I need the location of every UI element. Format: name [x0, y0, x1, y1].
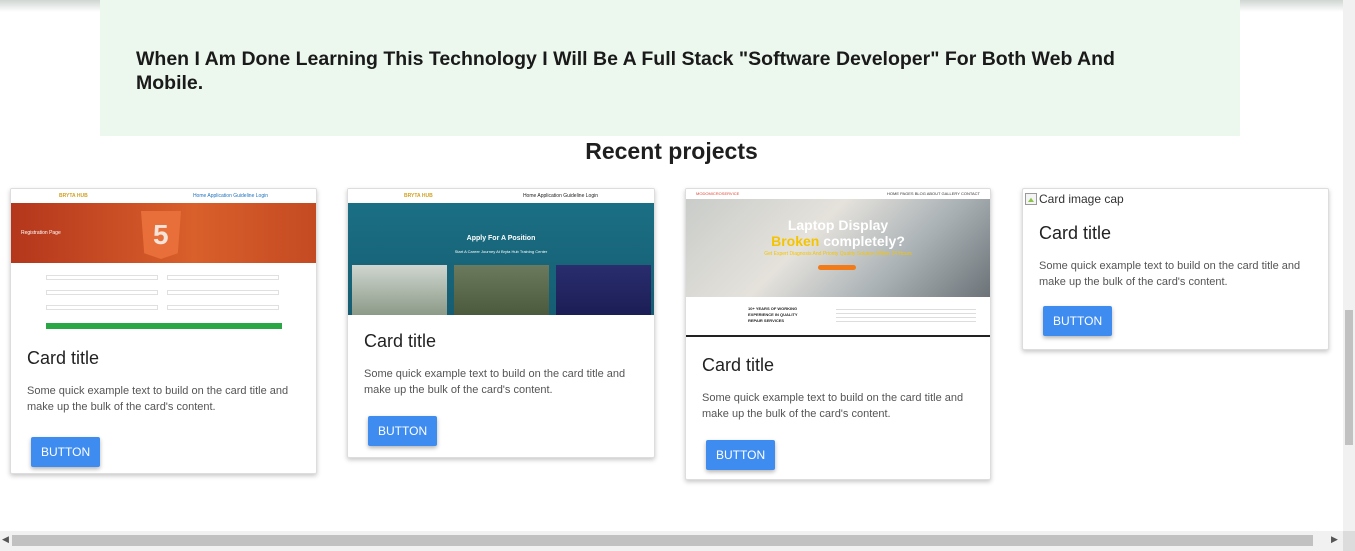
- card-title: Card title: [702, 355, 775, 375]
- card-button[interactable]: BUTTON: [1043, 306, 1113, 336]
- horizontal-scrollbar-thumb[interactable]: [12, 535, 1313, 546]
- preview-subline: Start A Career Journey At Bryta Hub Trai…: [454, 249, 548, 254]
- preview-form-field: [46, 305, 158, 310]
- card-image-registration: BRYTA HUB Home Application Guideline Log…: [11, 189, 316, 334]
- card-button[interactable]: BUTTON: [706, 440, 776, 470]
- hero-banner: When I Am Done Learning This Technology …: [100, 0, 1240, 136]
- card-text: Some quick example text to build on the …: [702, 392, 964, 420]
- html5-badge-text: 5: [153, 219, 169, 250]
- preview-nav-links: Home Application Guideline Login: [522, 193, 598, 199]
- vertical-scrollbar[interactable]: [1343, 0, 1355, 551]
- preview-tile: [556, 265, 651, 315]
- card-text: Some quick example text to build on the …: [1039, 260, 1301, 288]
- preview-submit-bar: [46, 323, 282, 329]
- preview-cta-pill: [818, 265, 856, 270]
- card-image-apply: BRYTA HUB Home Application Guideline Log…: [348, 189, 654, 315]
- card-title: Card title: [27, 348, 100, 368]
- preview-nav-links: Home Application Guideline Login: [192, 193, 268, 199]
- vertical-scrollbar-thumb[interactable]: [1345, 310, 1353, 445]
- preview-form: [11, 263, 316, 333]
- preview-banner: Laptop Display Broken completely? Get Ex…: [686, 199, 990, 297]
- preview-logo: BRYTA HUB: [404, 193, 433, 199]
- preview-form-field: [167, 305, 279, 310]
- broken-card-image: Card image cap: [1023, 189, 1328, 209]
- project-card-4: Card image cap Card title Some quick exa…: [1022, 188, 1329, 350]
- preview-nav-links: HOME PAGES BLOG ABOUT GALLERY CONTACT: [887, 191, 980, 196]
- preview-banner-title: Registration Page: [21, 230, 61, 236]
- preview-headline-2: Broken completely?: [686, 233, 990, 249]
- preview-form-field: [167, 275, 279, 280]
- preview-highlight: Broken: [771, 233, 820, 249]
- preview-headline-rest: completely?: [819, 233, 905, 249]
- preview-experience: 10+ YEARS OF WORKING EXPERIENCE IN QUALI…: [748, 306, 798, 323]
- scroll-right-arrow-icon[interactable]: ▶: [1331, 534, 1338, 545]
- preview-form-field: [167, 290, 279, 295]
- preview-navbar: MODOMICROSERVICE HOME PAGES BLOG ABOUT G…: [686, 189, 990, 199]
- preview-logo: BRYTA HUB: [59, 193, 88, 199]
- preview-logo: MODOMICROSERVICE: [696, 191, 740, 196]
- project-card-1: BRYTA HUB Home Application Guideline Log…: [10, 188, 317, 474]
- preview-subtext: Get Expert Diagnosis And Priority Qualit…: [764, 251, 912, 257]
- preview-tile: [352, 265, 447, 315]
- preview-lower-section: 10+ YEARS OF WORKING EXPERIENCE IN QUALI…: [686, 297, 990, 337]
- card-text: Some quick example text to build on the …: [27, 385, 289, 413]
- card-title: Card title: [364, 331, 437, 351]
- card-button[interactable]: BUTTON: [31, 437, 101, 467]
- horizontal-scrollbar[interactable]: ◀ ▶: [0, 531, 1343, 551]
- preview-form-field: [46, 290, 158, 295]
- preview-form-field: [46, 275, 158, 280]
- preview-headline: Apply For A Position: [466, 235, 536, 242]
- broken-image-icon: [1025, 193, 1037, 205]
- preview-navbar: BRYTA HUB Home Application Guideline Log…: [348, 189, 654, 203]
- recent-projects-heading: Recent projects: [585, 138, 758, 164]
- card-image-alt: Card image cap: [1039, 192, 1124, 206]
- preview-banner: Apply For A Position Start A Career Jour…: [348, 203, 654, 315]
- preview-navbar: BRYTA HUB Home Application Guideline Log…: [11, 189, 316, 203]
- hero-statement: When I Am Done Learning This Technology …: [136, 48, 1115, 94]
- preview-banner: Registration Page 5: [11, 203, 316, 263]
- card-title: Card title: [1039, 223, 1112, 243]
- project-card-2: BRYTA HUB Home Application Guideline Log…: [347, 188, 655, 458]
- preview-headline-1: Laptop Display: [787, 217, 889, 233]
- card-button[interactable]: BUTTON: [368, 416, 438, 446]
- html5-logo-icon: 5: [141, 211, 181, 259]
- preview-paragraph-lines: [836, 306, 976, 324]
- card-text: Some quick example text to build on the …: [364, 368, 626, 396]
- scroll-left-arrow-icon[interactable]: ◀: [2, 534, 9, 545]
- project-card-3: MODOMICROSERVICE HOME PAGES BLOG ABOUT G…: [685, 188, 991, 480]
- preview-tile: [454, 265, 549, 315]
- scrollbar-corner: [1343, 531, 1355, 551]
- card-image-repair: MODOMICROSERVICE HOME PAGES BLOG ABOUT G…: [686, 189, 990, 339]
